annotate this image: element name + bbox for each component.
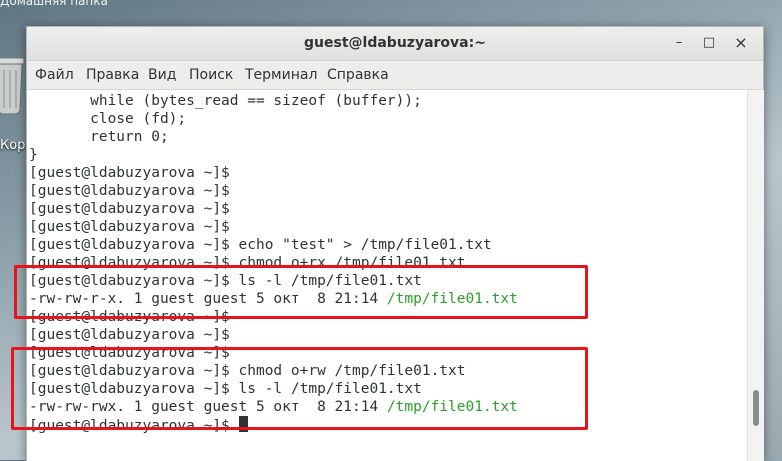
terminal-line-text: [guest@ldabuzyarova ~]$ bbox=[29, 201, 230, 217]
minimize-button[interactable]: – bbox=[669, 33, 689, 53]
terminal-line-text: [guest@ldabuzyarova ~]$ bbox=[29, 219, 230, 235]
terminal-line: [guest@ldabuzyarova ~]$ bbox=[29, 344, 230, 362]
menu-file[interactable]: Файл bbox=[35, 67, 74, 83]
menu-view[interactable]: Вид bbox=[148, 67, 176, 83]
terminal-line: [guest@ldabuzyarova ~]$ ls -l /tmp/file0… bbox=[29, 380, 422, 398]
terminal-line: close (fd); bbox=[29, 110, 186, 128]
terminal-line-text: [guest@ldabuzyarova ~]$ bbox=[29, 183, 230, 199]
terminal-line-text: [guest@ldabuzyarova ~]$ chmod o+rw /tmp/… bbox=[29, 363, 466, 379]
terminal-output[interactable]: while (bytes_read == sizeof (buffer)); c… bbox=[27, 90, 747, 461]
terminal-line: [guest@ldabuzyarova ~]$ echo "test" > /t… bbox=[29, 236, 492, 254]
menu-edit[interactable]: Правка bbox=[86, 67, 139, 83]
desktop-home-folder-label: Домашняя папка bbox=[0, 0, 108, 8]
menu-help[interactable]: Справка bbox=[327, 67, 389, 83]
terminal-line-text: [guest@ldabuzyarova ~]$ bbox=[29, 309, 230, 325]
terminal-line: while (bytes_read == sizeof (buffer)); bbox=[29, 92, 422, 110]
terminal-line: [guest@ldabuzyarova ~]$ bbox=[29, 182, 230, 200]
terminal-line-text: -rw-rw-rwx. 1 guest guest 5 окт 8 21:14 bbox=[29, 399, 387, 415]
terminal-line: return 0; bbox=[29, 128, 169, 146]
trash-icon[interactable] bbox=[0, 52, 26, 118]
terminal-line: [guest@ldabuzyarova ~]$ bbox=[29, 326, 230, 344]
terminal-line: [guest@ldabuzyarova ~]$ bbox=[29, 308, 230, 326]
terminal-line-text: } bbox=[29, 147, 38, 163]
terminal-line: [guest@ldabuzyarova ~]$ ls -l /tmp/file0… bbox=[29, 272, 422, 290]
terminal-line-text: while (bytes_read == sizeof (buffer)); bbox=[29, 93, 422, 109]
terminal-line-text: [guest@ldabuzyarova ~]$ bbox=[29, 327, 230, 343]
terminal-line-text: [guest@ldabuzyarova ~]$ bbox=[29, 418, 239, 434]
menu-search[interactable]: Поиск bbox=[189, 67, 233, 83]
terminal-line-text: -rw-rw-r-x. 1 guest guest 5 окт 8 21:14 bbox=[29, 291, 387, 307]
file-path-link: /tmp/file01.txt bbox=[386, 291, 518, 307]
close-button[interactable]: × bbox=[731, 33, 751, 53]
terminal-window: guest@ldabuzyarova:~ – □ × Файл Правка В… bbox=[26, 26, 764, 461]
scrollbar[interactable] bbox=[747, 90, 764, 461]
window-titlebar[interactable]: guest@ldabuzyarova:~ – □ × bbox=[27, 27, 763, 61]
file-path-link: /tmp/file01.txt bbox=[386, 399, 518, 415]
maximize-button[interactable]: □ bbox=[699, 33, 719, 53]
terminal-line: -rw-rw-r-x. 1 guest guest 5 окт 8 21:14 … bbox=[29, 290, 518, 308]
scrollbar-thumb[interactable] bbox=[753, 390, 759, 426]
terminal-line: [guest@ldabuzyarova ~]$ bbox=[29, 218, 230, 236]
terminal-line-text: [guest@ldabuzyarova ~]$ ls -l /tmp/file0… bbox=[29, 381, 422, 397]
menu-terminal[interactable]: Терминал bbox=[245, 67, 317, 83]
terminal-line: [guest@ldabuzyarova ~]$ bbox=[29, 200, 230, 218]
terminal-line-text: [guest@ldabuzyarova ~]$ chmod o+rx /tmp/… bbox=[29, 255, 466, 271]
terminal-line-text: [guest@ldabuzyarova ~]$ echo "test" > /t… bbox=[29, 237, 492, 253]
terminal-line: -rw-rw-rwx. 1 guest guest 5 окт 8 21:14 … bbox=[29, 398, 518, 416]
terminal-line: [guest@ldabuzyarova ~]$ chmod o+rw /tmp/… bbox=[29, 362, 466, 380]
terminal-line-text: [guest@ldabuzyarova ~]$ ls -l /tmp/file0… bbox=[29, 273, 422, 289]
terminal-line: } bbox=[29, 146, 38, 164]
terminal-line-text: [guest@ldabuzyarova ~]$ bbox=[29, 345, 230, 361]
menubar: Файл Правка Вид Поиск Терминал Справка bbox=[27, 61, 763, 90]
window-title: guest@ldabuzyarova:~ bbox=[304, 35, 486, 51]
terminal-line-text: close (fd); bbox=[29, 111, 187, 127]
terminal-line: [guest@ldabuzyarova ~]$ bbox=[29, 416, 248, 434]
terminal-line: [guest@ldabuzyarova ~]$ chmod o+rx /tmp/… bbox=[29, 254, 466, 272]
terminal-line: [guest@ldabuzyarova ~]$ bbox=[29, 164, 230, 182]
terminal-line-text: return 0; bbox=[29, 129, 169, 145]
terminal-cursor bbox=[238, 416, 248, 432]
terminal-line-text: [guest@ldabuzyarova ~]$ bbox=[29, 165, 230, 181]
